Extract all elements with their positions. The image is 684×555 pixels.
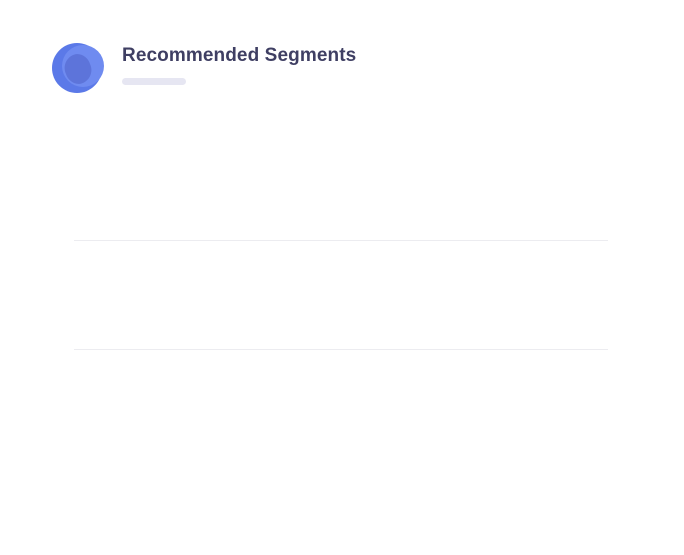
recommended-segments-card: Recommended Segments [0, 0, 684, 555]
card-title: Recommended Segments [122, 45, 357, 66]
segment-row[interactable] [74, 350, 608, 490]
subtitle-loading-placeholder [122, 78, 186, 85]
segment-row[interactable] [74, 241, 608, 349]
overlapping-circles-logo-icon [52, 43, 104, 93]
segment-row[interactable] [74, 120, 608, 240]
card-header: Recommended Segments [52, 42, 552, 94]
